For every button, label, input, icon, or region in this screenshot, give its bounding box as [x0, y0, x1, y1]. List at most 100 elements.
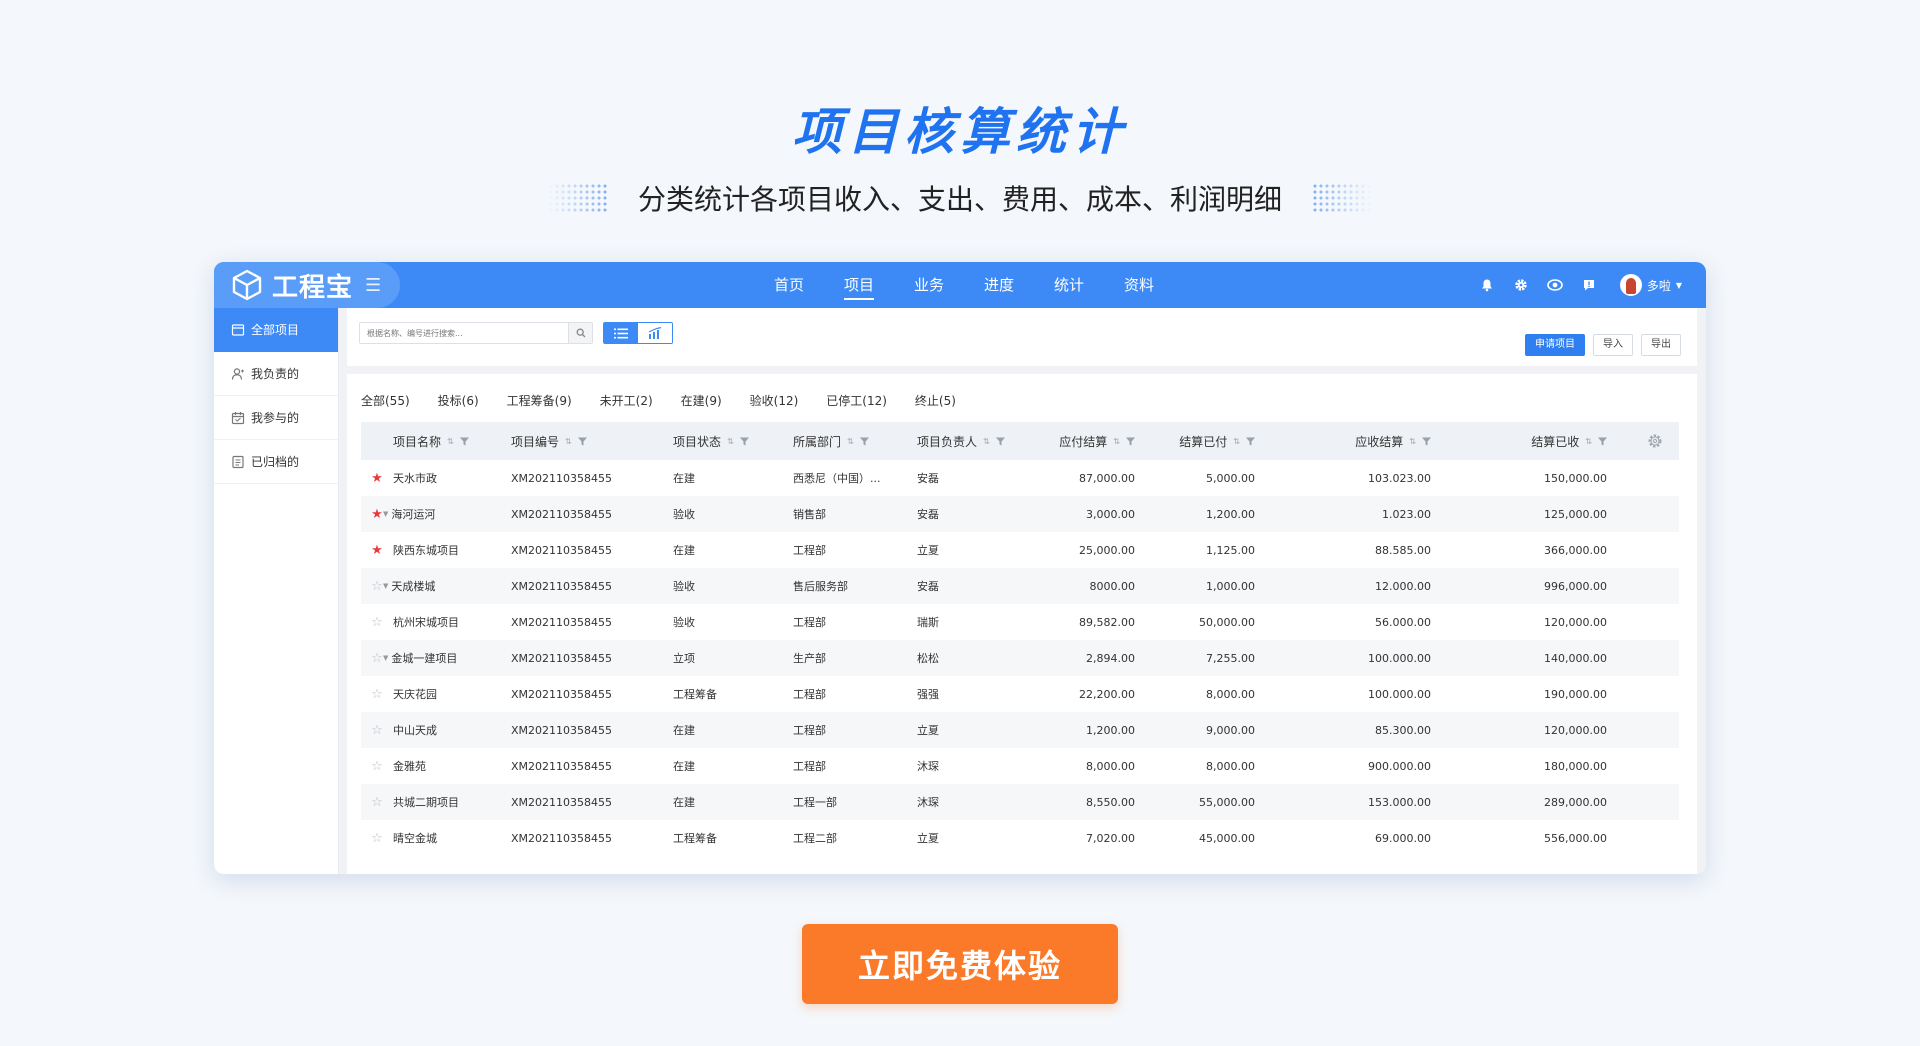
star-outline-icon[interactable]: ☆ — [371, 795, 383, 810]
cell-text: 120,000.00 — [1544, 723, 1607, 737]
filter-icon[interactable] — [859, 437, 869, 446]
header-paid[interactable]: 结算已付 ⇅ — [1135, 433, 1255, 450]
filter-icon[interactable] — [1126, 437, 1135, 446]
sort-icon[interactable]: ⇅ — [1113, 437, 1120, 446]
nav-item[interactable]: 资料 — [1104, 262, 1174, 308]
filter-icon[interactable] — [1598, 437, 1607, 446]
expand-caret-icon[interactable]: ▼ — [383, 582, 388, 590]
filter-icon[interactable] — [1246, 437, 1255, 446]
sort-icon[interactable]: ⇅ — [565, 437, 572, 446]
filter-icon[interactable] — [1422, 437, 1431, 446]
star-outline-icon[interactable]: ☆ — [371, 687, 383, 702]
expand-caret-icon[interactable]: ▼ — [383, 654, 388, 662]
table-row[interactable]: ★ ▼ 海河运河 XM202110358455 验收 销售部 安磊 3,000.00 1,200… — [361, 496, 1679, 532]
sidebar-item[interactable]: 已归档的 — [214, 440, 338, 484]
status-filter-tab[interactable]: 投标(6) — [438, 392, 479, 409]
filter-icon[interactable] — [577, 437, 587, 446]
header-payable[interactable]: 应付结算 ⇅ — [1035, 433, 1135, 450]
bell-icon[interactable] — [1478, 276, 1496, 294]
cell-text: 153.000.00 — [1368, 795, 1431, 809]
status-filter-tab[interactable]: 全部(55) — [361, 392, 410, 409]
free-trial-button[interactable]: 立即免费体验 — [802, 924, 1118, 1004]
nav-item[interactable]: 项目 — [824, 262, 894, 308]
cell-name: 金雅苑 — [393, 758, 511, 774]
table-row[interactable]: ☆ 共城二期项目 XM202110358455 在建 工程一部 沐琛 8,550.00 55,… — [361, 784, 1679, 820]
import-button[interactable]: 导入 — [1593, 334, 1633, 356]
star-outline-icon[interactable]: ☆ — [371, 615, 383, 630]
header-dept[interactable]: 所属部门 ⇅ — [793, 433, 917, 450]
sort-icon[interactable]: ⇅ — [727, 437, 734, 446]
cell-text: XM202110358455 — [511, 831, 613, 845]
sort-icon[interactable]: ⇅ — [983, 437, 990, 446]
search-icon[interactable] — [568, 323, 592, 343]
search-input[interactable] — [360, 323, 568, 343]
nav-item[interactable]: 业务 — [894, 262, 964, 308]
table-row[interactable]: ☆ 金雅苑 XM202110358455 在建 工程部 沐琛 8,000.00 8,000.0… — [361, 748, 1679, 784]
table-row[interactable]: ☆ 晴空金城 XM202110358455 工程筹备 工程二部 立夏 7,020.00 45,… — [361, 820, 1679, 856]
sidebar-item[interactable]: 我负责的 — [214, 352, 338, 396]
brand[interactable]: 工程宝 ☰ — [214, 262, 400, 308]
header-label: 项目负责人 — [917, 434, 978, 449]
status-filter-tab[interactable]: 终止(5) — [915, 392, 956, 409]
sort-icon[interactable]: ⇅ — [447, 437, 454, 446]
signal-icon[interactable] — [1546, 276, 1564, 294]
column-settings-gear-icon[interactable] — [1647, 433, 1663, 449]
cell-owner: 松松 — [917, 650, 1035, 666]
sort-icon[interactable]: ⇅ — [1409, 437, 1416, 446]
list-view-icon[interactable] — [604, 323, 638, 343]
message-icon[interactable] — [1580, 276, 1598, 294]
cell-text: 366,000.00 — [1544, 543, 1607, 557]
filter-icon[interactable] — [459, 437, 469, 446]
header-received[interactable]: 结算已收 ⇅ — [1431, 433, 1607, 450]
sidebar-item[interactable]: 我参与的 — [214, 396, 338, 440]
status-filter-tab[interactable]: 工程筹备(9) — [507, 392, 572, 409]
apply-project-button[interactable]: 申请项目 — [1525, 334, 1585, 356]
star-outline-icon[interactable]: ☆ — [371, 579, 383, 594]
star-outline-icon[interactable]: ☆ — [371, 831, 383, 846]
star-filled-icon[interactable]: ★ — [371, 543, 383, 558]
cell-yf: 45,000.00 — [1135, 832, 1255, 845]
star-outline-icon[interactable]: ☆ — [371, 759, 383, 774]
star-outline-icon[interactable]: ☆ — [371, 723, 383, 738]
status-filter-tab[interactable]: 已停工(12) — [826, 392, 887, 409]
filter-icon[interactable] — [995, 437, 1005, 446]
star-filled-icon[interactable]: ★ — [371, 507, 383, 522]
table-row[interactable]: ☆ ▼ 金城一建项目 XM202110358455 立项 生产部 松松 2,894.00 7,2… — [361, 640, 1679, 676]
chart-view-icon[interactable] — [638, 323, 672, 343]
header-status[interactable]: 项目状态 ⇅ — [673, 433, 793, 450]
export-button[interactable]: 导出 — [1641, 334, 1681, 356]
table-row[interactable]: ☆ 杭州宋城项目 XM202110358455 验收 工程部 瑞斯 89,582.00 50,… — [361, 604, 1679, 640]
header-owner[interactable]: 项目负责人 ⇅ — [917, 433, 1035, 450]
table-row[interactable]: ☆ 中山天成 XM202110358455 在建 工程部 立夏 1,200.00 9,000.… — [361, 712, 1679, 748]
star-outline-icon[interactable]: ☆ — [371, 651, 383, 666]
cell-text: 海河运河 — [391, 508, 436, 521]
status-filter-tab[interactable]: 验收(12) — [750, 392, 799, 409]
filter-icon[interactable] — [739, 437, 749, 446]
table-row[interactable]: ☆ ▼ 天成楼城 XM202110358455 验收 售后服务部 安磊 8000.00 1,00… — [361, 568, 1679, 604]
nav-item[interactable]: 进度 — [964, 262, 1034, 308]
sort-icon[interactable]: ⇅ — [1233, 437, 1240, 446]
nav-item[interactable]: 统计 — [1034, 262, 1104, 308]
status-filter-tab[interactable]: 未开工(2) — [600, 392, 653, 409]
cell-status: 在建 — [673, 542, 793, 558]
cell-status: 在建 — [673, 470, 793, 486]
expand-caret-icon[interactable]: ▼ — [383, 510, 388, 518]
sort-icon[interactable]: ⇅ — [1585, 437, 1592, 446]
status-filter-tab[interactable]: 在建(9) — [681, 392, 722, 409]
header-code[interactable]: 项目编号 ⇅ — [511, 433, 673, 450]
menu-toggle-icon[interactable]: ☰ — [365, 275, 381, 296]
user-menu[interactable]: 多啦 ▼ — [1619, 274, 1682, 296]
gear-icon[interactable] — [1512, 276, 1530, 294]
cell-code: XM202110358455 — [511, 508, 673, 521]
header-name[interactable]: 项目名称 ⇅ — [393, 433, 511, 450]
table-row[interactable]: ★ 天水市政 XM202110358455 在建 西悉尼（中国）... 安磊 87,000.… — [361, 460, 1679, 496]
header-receivable[interactable]: 应收结算 ⇅ — [1255, 433, 1431, 450]
nav-item[interactable]: 首页 — [754, 262, 824, 308]
cell-dept: 西悉尼（中国）... — [793, 470, 917, 486]
sidebar-item[interactable]: 全部项目 — [214, 308, 338, 352]
table-row[interactable]: ★ 陕西东城项目 XM202110358455 在建 工程部 立夏 25,000.00 1,1… — [361, 532, 1679, 568]
star-filled-icon[interactable]: ★ — [371, 471, 383, 486]
sort-icon[interactable]: ⇅ — [847, 437, 854, 446]
table-row[interactable]: ☆ 天庆花园 XM202110358455 工程筹备 工程部 强强 22,200.00 8,0… — [361, 676, 1679, 712]
cell-text: XM202110358455 — [511, 759, 613, 773]
